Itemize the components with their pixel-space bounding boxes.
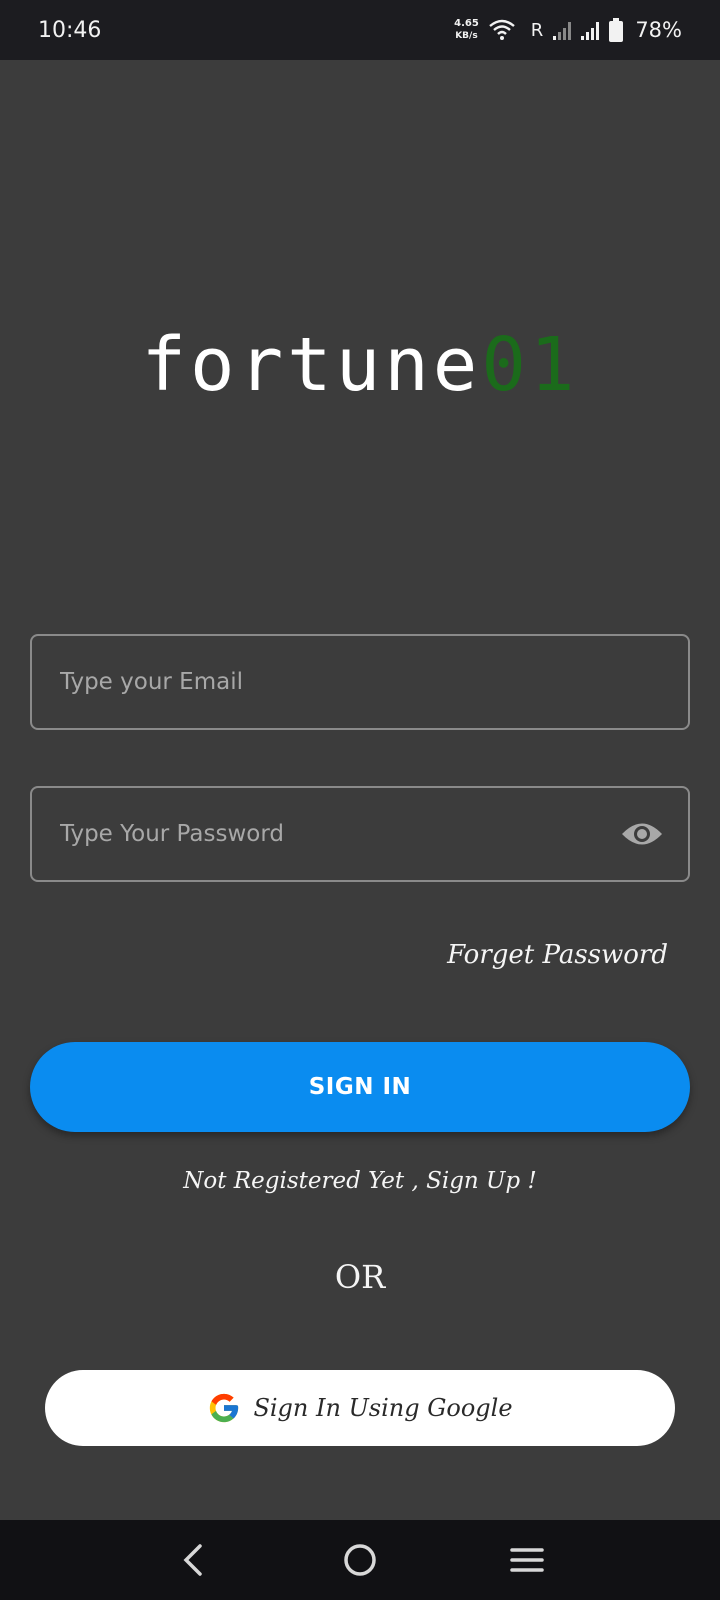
status-icons: 4.65 KB/s R 78%: [454, 18, 682, 42]
forget-password-link[interactable]: Forget Password: [447, 940, 668, 970]
nav-home-button[interactable]: [330, 1530, 390, 1590]
network-speed: 4.65 KB/s: [454, 18, 479, 42]
password-field[interactable]: [30, 786, 690, 882]
login-screen: fortune01 Forget Password SIGN IN Not Re…: [0, 60, 720, 1520]
nav-back-button[interactable]: [163, 1530, 223, 1590]
signal-weak-icon: [553, 20, 572, 40]
email-field[interactable]: [30, 634, 690, 730]
app-logo: fortune01: [0, 322, 720, 408]
eye-icon[interactable]: [620, 819, 664, 849]
google-sign-in-button[interactable]: Sign In Using Google: [45, 1370, 675, 1446]
home-circle-icon: [344, 1544, 376, 1576]
status-bar: 10:46 4.65 KB/s R 78%: [0, 0, 720, 60]
logo-number: 01: [481, 322, 579, 408]
email-input[interactable]: [60, 669, 660, 695]
google-button-label: Sign In Using Google: [253, 1394, 513, 1422]
google-icon: [210, 1393, 239, 1423]
roaming-label: R: [530, 19, 544, 41]
logo-text: fortune: [141, 322, 482, 408]
network-speed-value: 4.65: [454, 18, 479, 29]
sign-up-link[interactable]: Not Registered Yet , Sign Up !: [0, 1168, 720, 1194]
navigation-bar: [0, 1520, 720, 1600]
network-speed-unit: KB/s: [455, 31, 478, 41]
sign-in-button[interactable]: SIGN IN: [30, 1042, 690, 1132]
or-divider-label: OR: [334, 1258, 386, 1296]
battery-percent: 78%: [635, 18, 682, 42]
nav-recents-button[interactable]: [497, 1530, 557, 1590]
menu-lines-icon: [509, 1548, 544, 1572]
back-chevron-icon: [183, 1544, 203, 1576]
signal-strong-icon: [581, 20, 600, 40]
battery-icon: [609, 18, 624, 42]
status-time: 10:46: [38, 17, 102, 43]
wifi-icon: [489, 19, 515, 40]
password-input[interactable]: [60, 821, 620, 847]
